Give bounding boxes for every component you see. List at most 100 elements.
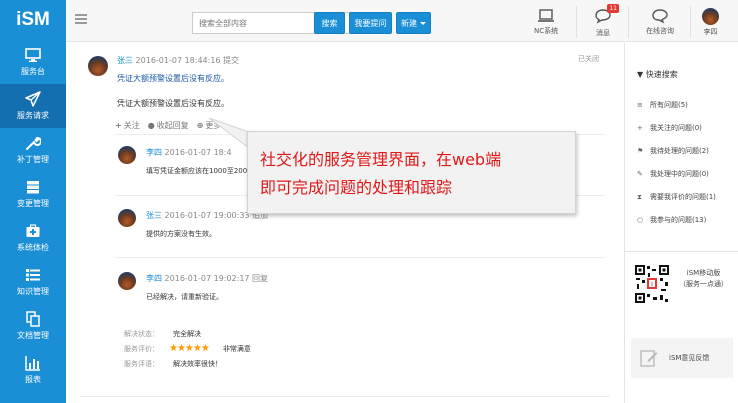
sidebar-item-label: 变更管理 bbox=[17, 199, 49, 208]
medkit-icon bbox=[26, 224, 40, 237]
sidebar-item-reports[interactable]: 报表 bbox=[0, 348, 66, 392]
chevron-down-icon bbox=[420, 21, 426, 25]
logo-text: iSM bbox=[16, 9, 50, 30]
sidebar-item-label: 服务台 bbox=[21, 67, 45, 76]
post-title[interactable]: 凭证大额预警设置后没有反应。 bbox=[117, 73, 229, 84]
mobile-app-text: iSM移动版 （服务一点通） bbox=[679, 268, 728, 290]
quick-search-item-followed[interactable]: + 我关注的问题(0) bbox=[637, 123, 702, 133]
reply-author[interactable]: 张三 bbox=[146, 211, 162, 220]
sidebar-item-health-check[interactable]: 系统体检 bbox=[0, 216, 66, 260]
send-icon bbox=[25, 91, 41, 107]
filter-icon: ▼ bbox=[637, 70, 644, 79]
sidebar-item-label: 服务请求 bbox=[17, 111, 49, 120]
status-badge: 已关闭 bbox=[578, 55, 599, 63]
feedback-button[interactable]: iSM意见反馈 bbox=[631, 338, 733, 378]
hourglass-icon: ⧗ bbox=[637, 192, 642, 201]
list-icon: ≡ bbox=[637, 100, 643, 109]
quick-search-title: ▼ 快速搜索 bbox=[637, 69, 678, 80]
sidebar-item-service-desk[interactable]: 服务台 bbox=[0, 40, 66, 84]
bar-chart-icon bbox=[25, 356, 40, 371]
comment-value: 解决效率很快！ bbox=[173, 360, 222, 368]
collapse-reply-button[interactable]: ● 收起回复 bbox=[148, 120, 189, 131]
top-bar: 搜索 我要提问 新建 NC系统 11 消息 在线咨询 李四 bbox=[66, 0, 738, 42]
reply-author[interactable]: 李四 bbox=[146, 274, 162, 283]
message-count-badge: 11 bbox=[607, 4, 619, 13]
sidebar-item-patch[interactable]: 补丁管理 bbox=[0, 128, 66, 172]
main-content: 张三 2016-01-07 18:44:16 提交 已关闭 凭证大额预警设置后没… bbox=[80, 50, 610, 403]
divider bbox=[80, 396, 610, 397]
rating-text: 非常满意 bbox=[222, 345, 251, 353]
resolution-status: 解决状态： 完全解决 bbox=[124, 329, 201, 339]
divider bbox=[628, 6, 629, 38]
reply-time: 2016-01-07 19:02:17 回复 bbox=[164, 274, 269, 283]
follow-label: 关注 bbox=[123, 121, 140, 130]
new-button-label: 新建 bbox=[401, 18, 417, 28]
search-button[interactable]: 搜索 bbox=[314, 12, 345, 34]
new-button[interactable]: 新建 bbox=[396, 12, 431, 34]
reply-text: 已经解决，请重新验证。 bbox=[146, 293, 223, 301]
online-consult-button[interactable]: 在线咨询 bbox=[646, 8, 674, 36]
feedback-label: iSM意见反馈 bbox=[669, 354, 710, 362]
quick-search-panel: ▼ 快速搜索 ≡ 所有问题(5) + 我关注的问题(0) ⚑ 我待处理的问题(2) ✎… bbox=[624, 43, 738, 403]
quick-search-item-pending[interactable]: ⚑ 我待处理的问题(2) bbox=[637, 146, 709, 156]
sidebar-item-documents[interactable]: 文档管理 bbox=[0, 304, 66, 348]
post-author[interactable]: 张三 bbox=[117, 56, 133, 65]
avatar bbox=[118, 272, 136, 290]
quick-search-label: 我处理中的问题(0) bbox=[650, 170, 709, 178]
status-value: 完全解决 bbox=[173, 330, 201, 338]
quick-search-item-in-progress[interactable]: ✎ 我处理中的问题(0) bbox=[637, 169, 709, 179]
messages-button[interactable]: 11 消息 bbox=[594, 4, 619, 38]
divider bbox=[115, 257, 605, 258]
sidebar-item-label: 补丁管理 bbox=[17, 155, 49, 164]
post-actions: + 关注 ● 收起回复 ⊕ 更多 bbox=[115, 120, 221, 131]
qr-code-icon[interactable]: i bbox=[634, 264, 670, 304]
menu-toggle-icon[interactable] bbox=[75, 14, 87, 25]
laptop-icon bbox=[538, 9, 555, 22]
quick-search-item-to-rate[interactable]: ⧗ 需要我评价的问题(1) bbox=[637, 192, 716, 202]
plus-icon: + bbox=[115, 121, 122, 130]
post-header: 张三 2016-01-07 18:44:16 提交 bbox=[117, 55, 239, 66]
list-item: 张三 2016-01-07 19:00:33 追加 提供的方案没有生效。 bbox=[118, 209, 598, 249]
quick-search-item-all[interactable]: ≡ 所有问题(5) bbox=[637, 100, 688, 110]
wrench-icon bbox=[26, 137, 41, 150]
follow-button[interactable]: + 关注 bbox=[115, 120, 140, 131]
rating-label: 服务评价： bbox=[124, 345, 159, 353]
post-time: 2016-01-07 18:44:16 提交 bbox=[135, 56, 240, 65]
list-icon bbox=[26, 269, 40, 281]
copy-icon bbox=[26, 311, 40, 327]
plus-icon: + bbox=[637, 123, 643, 132]
quick-search-label: 需要我评价的问题(1) bbox=[650, 193, 716, 201]
user-menu[interactable]: 李四 bbox=[702, 8, 719, 37]
avatar bbox=[118, 146, 136, 164]
ask-question-button[interactable]: 我要提问 bbox=[349, 12, 392, 34]
callout-line-1: 社交化的服务管理界面，在web端 bbox=[260, 150, 502, 169]
resolution-rating: 服务评价： ★★★★★ 非常满意 bbox=[124, 343, 251, 354]
reply-author[interactable]: 李四 bbox=[146, 148, 162, 157]
nc-system-button[interactable]: NC系统 bbox=[534, 8, 558, 36]
divider bbox=[690, 6, 691, 38]
post-body: 凭证大额预警设置后没有反应。 bbox=[117, 99, 229, 108]
resolution-comment: 服务评语： 解决效率很快！ bbox=[124, 359, 222, 369]
quick-search-label: 我参与的问题(13) bbox=[650, 216, 707, 224]
reply-meta: 李四 2016-01-07 19:02:17 回复 bbox=[146, 273, 268, 284]
online-consult-label: 在线咨询 bbox=[646, 27, 674, 35]
callout-line-2: 即可完成问题的处理和跟踪 bbox=[260, 178, 453, 197]
sidebar-item-knowledge[interactable]: 知识管理 bbox=[0, 260, 66, 304]
mobile-app-subtitle: （服务一点通） bbox=[679, 280, 728, 288]
sidebar-item-change[interactable]: 变更管理 bbox=[0, 172, 66, 216]
quick-search-label: 我关注的问题(0) bbox=[650, 124, 702, 132]
server-icon bbox=[27, 181, 39, 194]
flag-icon: ⚑ bbox=[637, 146, 644, 155]
monitor-icon bbox=[25, 48, 41, 62]
star-rating-icon: ★★★★★ bbox=[169, 343, 210, 354]
plus-circle-icon: ⊕ bbox=[196, 121, 204, 130]
sidebar-item-service-request[interactable]: 服务请求 bbox=[0, 84, 66, 128]
logo[interactable]: iSM bbox=[0, 0, 66, 40]
reply-text: 提供的方案没有生效。 bbox=[146, 230, 216, 238]
quick-search-label: 我待处理的问题(2) bbox=[650, 147, 709, 155]
user-name: 李四 bbox=[703, 28, 718, 36]
quick-search-item-participated[interactable]: ○ 我参与的问题(13) bbox=[637, 215, 706, 225]
collapse-reply-label: 收起回复 bbox=[156, 121, 189, 130]
nc-system-label: NC系统 bbox=[534, 27, 559, 35]
feedback-edit-icon bbox=[640, 350, 658, 367]
